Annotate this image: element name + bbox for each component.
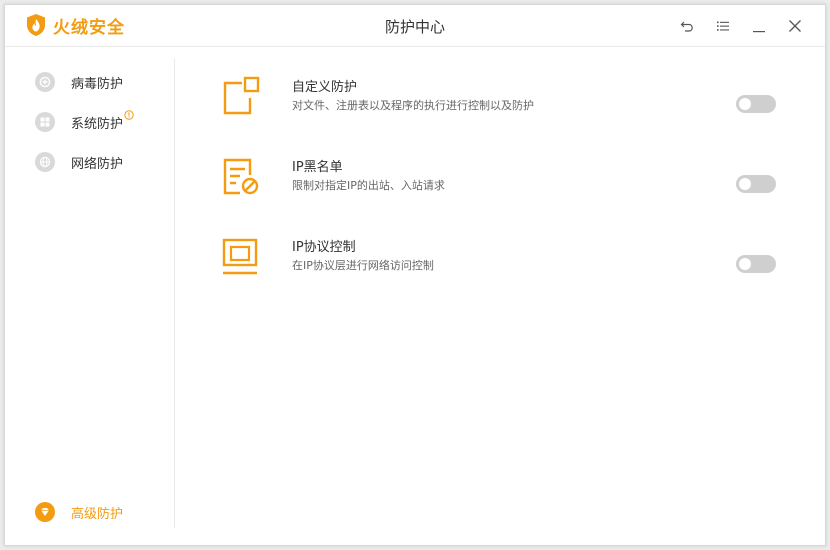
windows-icon: [35, 112, 55, 132]
main-content: 自定义防护 对文件、注册表以及程序的执行进行控制以及防护 IP黑名单 限制对指定…: [176, 48, 825, 546]
toggle-knob: [739, 178, 751, 190]
virus-shield-icon: [35, 72, 55, 92]
sidebar-item-advanced-protection[interactable]: 高级防护: [35, 500, 123, 524]
sidebar-divider: [174, 58, 175, 528]
menu-button[interactable]: [705, 15, 741, 37]
feature-description: 对文件、注册表以及程序的执行进行控制以及防护: [292, 99, 534, 112]
flame-logo-icon: [25, 13, 47, 37]
close-icon: [789, 20, 801, 32]
custom-protection-icon: [220, 76, 260, 116]
feature-description: 在IP协议层进行网络访问控制: [292, 259, 434, 272]
title-bar[interactable]: 火绒安全 防护中心: [5, 5, 825, 47]
toggle-knob: [739, 98, 751, 110]
feature-row-ip-blacklist: IP黑名单 限制对指定IP的出站、入站请求: [220, 154, 780, 214]
sidebar-item-system-protection[interactable]: 系统防护: [35, 109, 134, 134]
minimize-icon: [753, 31, 765, 33]
window-controls: [669, 15, 813, 37]
feature-title: IP协议控制: [292, 240, 356, 255]
feature-row-custom-protection: 自定义防护 对文件、注册表以及程序的执行进行控制以及防护: [220, 74, 780, 134]
custom-protection-toggle[interactable]: [736, 95, 776, 113]
back-button[interactable]: [669, 15, 705, 37]
alert-badge-icon: [124, 109, 134, 123]
sidebar-item-label: 病毒防护: [71, 76, 124, 92]
feature-title: IP黑名单: [292, 160, 343, 175]
sidebar-item-label: 网络防护: [71, 156, 124, 172]
brand: 火绒安全: [25, 13, 125, 38]
sidebar-item-label: 高级防护: [71, 506, 124, 522]
diamond-icon: [35, 502, 55, 522]
sidebar: 病毒防护 系统防护 网络防护 高级防护: [5, 48, 175, 546]
sidebar-item-network-protection[interactable]: 网络防护: [35, 150, 123, 174]
ip-blacklist-toggle[interactable]: [736, 175, 776, 193]
feature-title: 自定义防护: [292, 80, 358, 95]
ip-protocol-icon: [220, 236, 260, 276]
minimize-button[interactable]: [741, 15, 777, 37]
feature-row-ip-protocol-control: IP协议控制 在IP协议层进行网络访问控制: [220, 234, 780, 294]
globe-icon: [35, 152, 55, 172]
brand-name: 火绒安全: [53, 17, 125, 38]
close-button[interactable]: [777, 15, 813, 37]
ip-protocol-control-toggle[interactable]: [736, 255, 776, 273]
toggle-knob: [739, 258, 751, 270]
menu-icon: [717, 21, 729, 31]
app-window: 火绒安全 防护中心 病毒防护 系统防护 网络防护 高级防护 自定义防护 对文件、…: [4, 4, 826, 546]
feature-description: 限制对指定IP的出站、入站请求: [292, 179, 445, 192]
ip-blacklist-icon: [220, 156, 260, 196]
sidebar-item-virus-protection[interactable]: 病毒防护: [35, 70, 123, 94]
sidebar-item-label: 系统防护: [71, 116, 124, 132]
back-icon: [680, 21, 693, 32]
